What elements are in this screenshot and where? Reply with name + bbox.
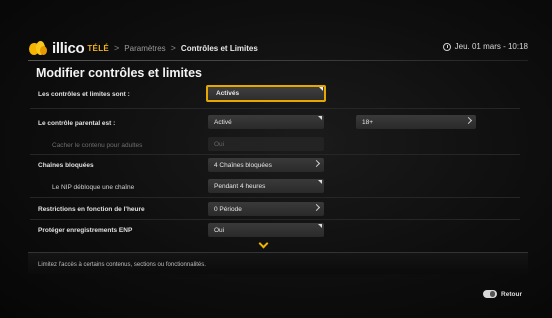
brand-sub: TÉLÉ [87, 43, 110, 53]
row-label-hide-adult: Cacher le contenu pour adultes [52, 142, 143, 149]
row-label-parental-control: Le contrôle parental est : [38, 120, 116, 127]
rating-level-value: 18+ [362, 118, 374, 126]
header-bar: illico TÉLÉ > Paramètres > Contrôles et … [28, 38, 528, 58]
back-remote-icon [483, 290, 498, 298]
clock-icon [442, 42, 451, 51]
tv-screen: illico TÉLÉ > Paramètres > Contrôles et … [0, 0, 552, 318]
back-label: Retour [501, 290, 522, 298]
scroll-down-icon[interactable] [259, 240, 268, 249]
blocked-channels-value: 4 Chaînes bloquées [214, 161, 272, 169]
row-divider [30, 154, 520, 155]
breadcrumb-separator: > [170, 43, 176, 53]
breadcrumb-separator: > [114, 43, 120, 53]
protect-recordings-select[interactable]: Oui [208, 223, 324, 237]
row-divider [30, 108, 520, 109]
chevron-right-icon [312, 159, 321, 168]
breadcrumb-current: Contrôles et Limites [180, 43, 258, 53]
time-restrictions-button[interactable]: 0 Période [208, 202, 324, 216]
dropdown-corner-icon [318, 180, 322, 184]
header-divider [28, 60, 528, 61]
controls-status-value: Activés [216, 90, 240, 97]
datetime-display: Jeu. 01 mars - 10:18 [442, 42, 528, 51]
protect-recordings-value: Oui [214, 226, 225, 234]
row-label-time-restrictions: Restrictions en fonction de l'heure [38, 206, 145, 213]
rating-level-select[interactable]: 18+ [356, 115, 476, 129]
row-divider [30, 197, 520, 198]
datetime-text: Jeu. 01 mars - 10:18 [454, 42, 528, 51]
page-title: Modifier contrôles et limites [36, 66, 203, 80]
chevron-right-icon [312, 203, 321, 212]
illico-logo-icon [28, 40, 48, 57]
controls-status-select[interactable]: Activés [206, 85, 326, 102]
dropdown-corner-icon [318, 116, 322, 120]
row-label-pin-unlock: Le NIP débloque une chaîne [52, 184, 135, 191]
pin-unlock-value: Pendant 4 heures [214, 182, 266, 190]
parental-control-select[interactable]: Activé [208, 115, 324, 129]
hide-adult-select: Oui [208, 137, 324, 151]
dropdown-corner-icon [319, 87, 323, 91]
back-button[interactable]: Retour [483, 290, 522, 298]
parental-control-value: Activé [214, 118, 232, 126]
brand-name: illico [52, 39, 85, 57]
pin-unlock-select[interactable]: Pendant 4 heures [208, 179, 324, 193]
hint-text: Limitez l'accès à certains contenus, sec… [38, 262, 206, 268]
row-label-controls-status: Les contrôles et limites sont : [38, 91, 130, 98]
row-label-protect-recordings: Protéger enregistrements ENP [38, 227, 133, 234]
chevron-right-icon [464, 116, 473, 125]
blocked-channels-button[interactable]: 4 Chaînes bloquées [208, 158, 324, 172]
dropdown-corner-icon [318, 224, 322, 228]
row-label-blocked-channels: Chaînes bloquées [38, 162, 94, 169]
hide-adult-value: Oui [214, 140, 225, 148]
time-restrictions-value: 0 Période [214, 205, 242, 213]
breadcrumb-parametres[interactable]: Paramètres [124, 44, 165, 53]
illico-logo: illico TÉLÉ [28, 40, 109, 57]
row-divider [30, 219, 520, 220]
